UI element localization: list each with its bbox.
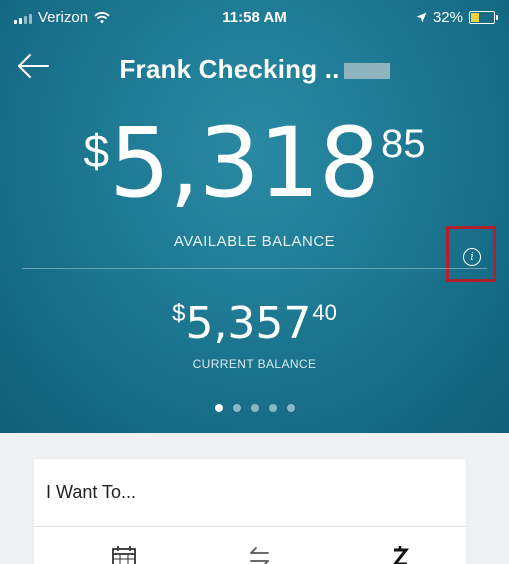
battery-icon (469, 11, 498, 24)
current-currency: $ (172, 300, 186, 327)
current-whole: 5,357 (185, 298, 312, 349)
account-screen: Verizon 11:58 AM 32% Frank Checking .. $… (0, 0, 509, 564)
location-arrow-icon (416, 12, 427, 23)
current-balance-amount: $5,35740 (0, 294, 509, 354)
i-want-to-title: I Want To... (46, 482, 137, 502)
page-indicator[interactable] (0, 404, 509, 412)
battery-percent: 32% (432, 9, 463, 26)
page-dot-1[interactable] (214, 404, 223, 412)
calendar-icon (112, 546, 136, 564)
page-dot-5[interactable] (286, 404, 295, 412)
available-balance-label: AVAILABLE BALANCE (173, 233, 336, 250)
balance-divider (22, 268, 487, 269)
i-want-to-card: I Want To... (34, 459, 466, 564)
zelle-action-button[interactable] (386, 545, 414, 564)
balance-hero: Verizon 11:58 AM 32% Frank Checking .. $… (0, 0, 509, 433)
current-balance-label: CURRENT BALANCE (192, 357, 317, 371)
battery-level (471, 13, 479, 22)
schedule-action-button[interactable] (110, 545, 138, 564)
card-divider (34, 526, 466, 527)
available-balance-amount: $5,31885 (0, 108, 509, 218)
current-cents: 40 (312, 300, 337, 325)
available-currency: $ (83, 125, 110, 177)
transfer-action-button[interactable] (246, 545, 274, 564)
info-icon[interactable]: i (463, 248, 481, 266)
status-right: 32% (416, 9, 498, 26)
redacted-account-number (343, 63, 390, 80)
page-dot-2[interactable] (232, 404, 241, 412)
available-cents: 85 (380, 122, 426, 166)
status-bar: Verizon 11:58 AM 32% (0, 0, 509, 34)
nav-bar: Frank Checking .. (0, 34, 509, 100)
available-whole: 5,318 (109, 107, 380, 219)
transfer-arrows-icon (250, 547, 269, 564)
page-title: Frank Checking .. (0, 54, 509, 85)
account-name: Frank Checking .. (119, 54, 340, 84)
page-dot-4[interactable] (268, 404, 277, 412)
zelle-icon (393, 546, 410, 564)
page-dot-3[interactable] (250, 404, 259, 412)
